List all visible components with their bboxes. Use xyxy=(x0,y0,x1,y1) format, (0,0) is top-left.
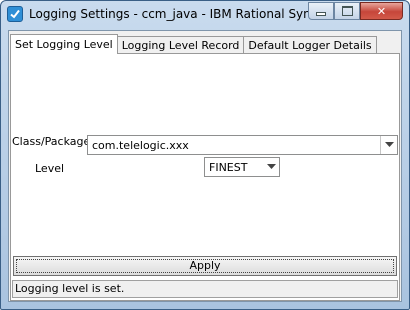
tab-logging-level-record[interactable]: Logging Level Record xyxy=(116,36,245,54)
title-bar[interactable]: Logging Settings - ccm_java - IBM Ration… xyxy=(1,1,409,29)
window-title: Logging Settings - ccm_java - IBM Ration… xyxy=(29,7,334,21)
tab-default-logger-details[interactable]: Default Logger Details xyxy=(243,36,377,54)
level-dropdown-arrow-icon[interactable] xyxy=(263,158,279,176)
logging-settings-window: Logging Settings - ccm_java - IBM Ration… xyxy=(0,0,410,310)
maximize-icon xyxy=(335,3,359,19)
tab-strip: Set Logging Level Logging Level Record D… xyxy=(10,34,377,54)
level-value: FINEST xyxy=(209,161,248,174)
maximize-button[interactable] xyxy=(334,2,360,20)
app-check-icon xyxy=(7,6,23,22)
apply-button[interactable]: Apply xyxy=(13,256,397,276)
class-package-dropdown-arrow-icon[interactable] xyxy=(380,136,397,154)
minimize-button[interactable] xyxy=(308,2,334,20)
set-logging-level-panel: Class/Package com.telelogic.xxx Level FI… xyxy=(10,53,400,301)
class-package-value: com.telelogic.xxx xyxy=(92,139,189,152)
caption-buttons: ✕ xyxy=(308,2,403,20)
client-area: Set Logging Level Logging Level Record D… xyxy=(8,30,402,302)
level-label: Level xyxy=(35,162,65,175)
level-select[interactable]: FINEST xyxy=(204,157,280,177)
class-package-combobox[interactable]: com.telelogic.xxx xyxy=(87,135,398,155)
close-button[interactable]: ✕ xyxy=(360,2,403,20)
close-icon: ✕ xyxy=(376,4,387,18)
apply-label: Apply xyxy=(189,259,221,272)
tab-set-logging-level[interactable]: Set Logging Level xyxy=(10,34,118,54)
status-bar: Logging level is set. xyxy=(12,280,398,298)
minimize-icon xyxy=(309,3,333,19)
class-package-label: Class/Package xyxy=(12,135,91,148)
